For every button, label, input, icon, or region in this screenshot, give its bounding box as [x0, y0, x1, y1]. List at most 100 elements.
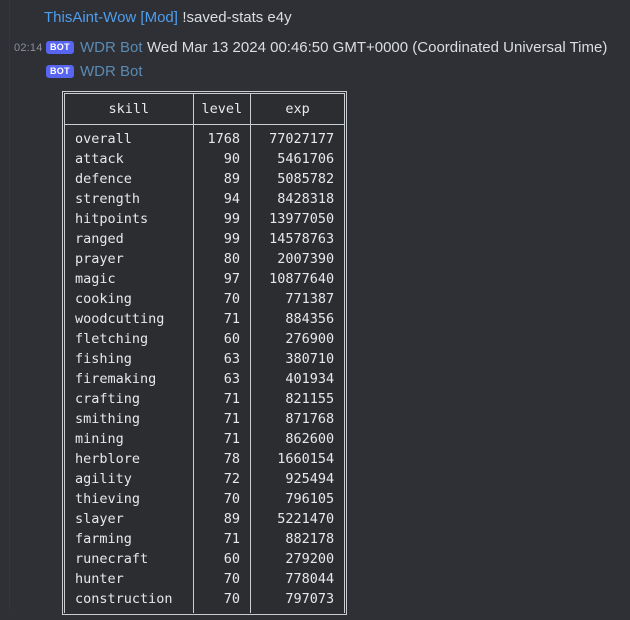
table-row: slayer 89 5221470 — [64, 509, 346, 529]
cell-level: 89 — [192, 509, 252, 529]
cell-skill: magic — [64, 269, 194, 289]
stats-table-head: skill level exp — [64, 93, 346, 125]
cell-level: 60 — [192, 549, 252, 569]
table-row: fishing 63 380710 — [64, 349, 346, 369]
cell-exp: 13977050 — [250, 209, 346, 229]
cell-skill: construction — [64, 589, 194, 613]
table-row: agility 72 925494 — [64, 469, 346, 489]
table-row: crafting 71 821155 — [64, 389, 346, 409]
cell-skill: strength — [64, 189, 194, 209]
cell-level: 71 — [192, 409, 252, 429]
cell-level: 63 — [192, 349, 252, 369]
cell-level: 90 — [192, 149, 252, 169]
cell-level: 99 — [192, 229, 252, 249]
cell-level: 70 — [192, 489, 252, 509]
table-row: hitpoints 99 13977050 — [64, 209, 346, 229]
table-row: woodcutting 71 884356 — [64, 309, 346, 329]
message-author-name[interactable]: ThisAint-Wow [Mod] — [44, 9, 178, 26]
message-bot-table-header: BOT WDR Bot — [0, 61, 630, 87]
cell-level: 71 — [192, 529, 252, 549]
cell-exp: 871768 — [250, 409, 346, 429]
message-bot-date: 02:14 BOT WDR Bot Wed Mar 13 2024 00:46:… — [0, 37, 630, 61]
cell-level: 60 — [192, 329, 252, 349]
cell-level: 70 — [192, 569, 252, 589]
table-row: farming 71 882178 — [64, 529, 346, 549]
table-row: thieving 70 796105 — [64, 489, 346, 509]
cell-exp: 778044 — [250, 569, 346, 589]
cell-exp: 5461706 — [250, 149, 346, 169]
table-row: construction 70 797073 — [64, 589, 346, 613]
stats-table: skill level exp overall 1768 77027177 attac… — [64, 93, 346, 613]
cell-skill: smithing — [64, 409, 194, 429]
cell-skill: overall — [64, 124, 194, 149]
cell-exp: 380710 — [250, 349, 346, 369]
stats-table-body: overall 1768 77027177 attack 90 5461706 defenc… — [64, 124, 346, 613]
cell-exp: 862600 — [250, 429, 346, 449]
table-row: defence 89 5085782 — [64, 169, 346, 189]
bot-badge: BOT — [46, 41, 74, 54]
message-content: !saved-stats e4y — [182, 9, 292, 26]
cell-skill: attack — [64, 149, 194, 169]
column-header-level: level — [192, 93, 252, 125]
cell-skill: crafting — [64, 389, 194, 409]
channel-gutter-rule — [9, 0, 10, 610]
cell-exp: 10877640 — [250, 269, 346, 289]
cell-level: 78 — [192, 449, 252, 469]
cell-skill: herblore — [64, 449, 194, 469]
cell-skill: runecraft — [64, 549, 194, 569]
cell-skill: hitpoints — [64, 209, 194, 229]
cell-level: 89 — [192, 169, 252, 189]
cell-exp: 14578763 — [250, 229, 346, 249]
cell-exp: 279200 — [250, 549, 346, 569]
cell-skill: thieving — [64, 489, 194, 509]
cell-skill: cooking — [64, 289, 194, 309]
cell-skill: firemaking — [64, 369, 194, 389]
cell-level: 80 — [192, 249, 252, 269]
cell-skill: woodcutting — [64, 309, 194, 329]
cell-exp: 1660154 — [250, 449, 346, 469]
cell-skill: agility — [64, 469, 194, 489]
cell-level: 63 — [192, 369, 252, 389]
table-row: runecraft 60 279200 — [64, 549, 346, 569]
message-content: Wed Mar 13 2024 00:46:50 GMT+0000 (Coord… — [146, 39, 608, 56]
cell-exp: 5221470 — [250, 509, 346, 529]
table-row: fletching 60 276900 — [64, 329, 346, 349]
stats-codeblock: skill level exp overall 1768 77027177 attac… — [0, 87, 630, 620]
cell-level: 71 — [192, 309, 252, 329]
cell-exp: 797073 — [250, 589, 346, 613]
cell-skill: defence — [64, 169, 194, 189]
cell-skill: prayer — [64, 249, 194, 269]
cell-exp: 821155 — [250, 389, 346, 409]
cell-exp: 884356 — [250, 309, 346, 329]
table-row: ranged 99 14578763 — [64, 229, 346, 249]
cell-level: 99 — [192, 209, 252, 229]
table-row: mining 71 862600 — [64, 429, 346, 449]
table-row: firemaking 63 401934 — [64, 369, 346, 389]
cell-skill: farming — [64, 529, 194, 549]
message-user-command: ThisAint-Wow [Mod] !saved-stats e4y — [0, 0, 630, 37]
stats-table-frame: skill level exp overall 1768 77027177 attac… — [62, 91, 348, 615]
table-row: herblore 78 1660154 — [64, 449, 346, 469]
cell-exp: 401934 — [250, 369, 346, 389]
table-row: strength 94 8428318 — [64, 189, 346, 209]
cell-skill: fishing — [64, 349, 194, 369]
cell-level: 72 — [192, 469, 252, 489]
cell-level: 97 — [192, 269, 252, 289]
cell-exp: 882178 — [250, 529, 346, 549]
cell-skill: mining — [64, 429, 194, 449]
cell-level: 71 — [192, 389, 252, 409]
bot-badge: BOT — [46, 65, 74, 78]
table-row: cooking 70 771387 — [64, 289, 346, 309]
column-header-exp: exp — [250, 93, 346, 125]
cell-skill: slayer — [64, 509, 194, 529]
cell-skill: fletching — [64, 329, 194, 349]
cell-level: 70 — [192, 589, 252, 613]
table-row: smithing 71 871768 — [64, 409, 346, 429]
table-row: hunter 70 778044 — [64, 569, 346, 589]
table-row: magic 97 10877640 — [64, 269, 346, 289]
table-row: overall 1768 77027177 — [64, 124, 346, 149]
cell-level: 70 — [192, 289, 252, 309]
cell-exp: 796105 — [250, 489, 346, 509]
cell-exp: 2007390 — [250, 249, 346, 269]
cell-level: 71 — [192, 429, 252, 449]
